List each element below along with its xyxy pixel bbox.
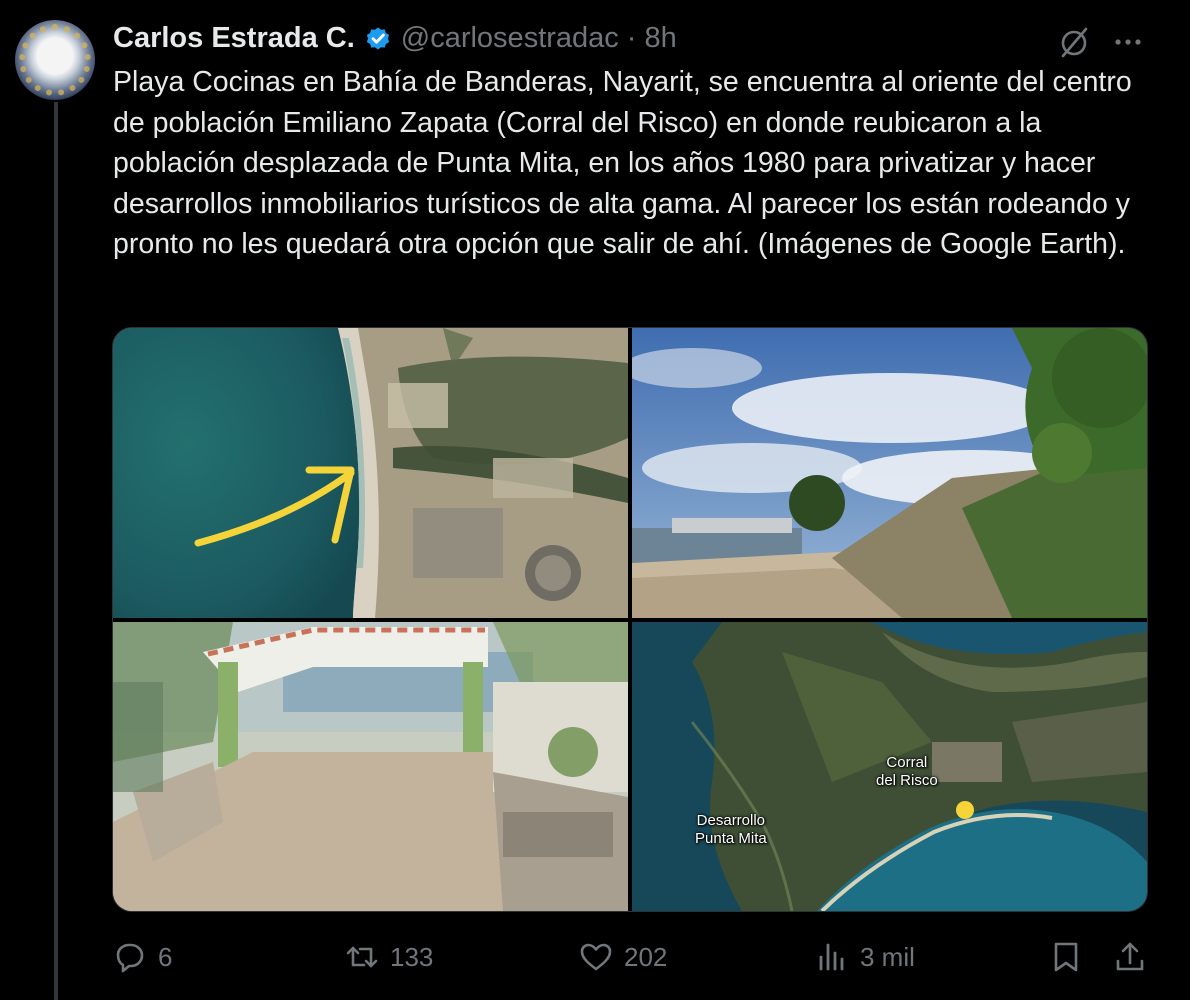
map-label-corral-del-risco: Corral del Risco [876,754,938,789]
beach-photo-image [632,328,1147,618]
media-image-walkway-arch[interactable] [113,622,628,911]
avatar-ring [19,24,91,96]
author-handle[interactable]: @carlosestradac [401,22,619,55]
views-action[interactable]: 3 mil [814,935,915,979]
satellite-beach-image [113,328,628,618]
bookmark-action[interactable] [1048,935,1084,979]
media-image-beach-photo[interactable] [632,328,1147,618]
walkway-arch-image [113,622,628,911]
repost-icon [346,946,378,968]
bookmark-icon [1054,942,1078,972]
map-label-desarrollo-punta-mita: Desarrollo Punta Mita [695,812,767,847]
repost-action[interactable]: 133 [344,935,433,979]
reply-icon [116,943,144,973]
share-icon [1116,942,1144,971]
author-name[interactable]: Carlos Estrada C. [113,22,355,55]
tweet-header: Carlos Estrada C. @carlosestradac · 8h [113,18,677,58]
like-count: 202 [624,941,668,972]
tweet-actions: 6 133 202 3 mil [112,935,1152,979]
like-icon [580,943,612,971]
media-image-map[interactable]: Corral del Risco Desarrollo Punta Mita [632,622,1147,911]
reply-count: 6 [158,941,173,972]
timestamp[interactable]: 8h [644,22,676,55]
views-count: 3 mil [860,941,915,972]
reply-action[interactable]: 6 [112,935,172,979]
more-icon[interactable] [1110,24,1146,60]
grok-icon[interactable] [1056,24,1092,60]
media-image-satellite-beach[interactable] [113,328,628,618]
thread-line [54,102,58,1000]
share-action[interactable] [1112,935,1148,979]
avatar[interactable] [15,20,95,100]
tweet-text: Playa Cocinas en Bahía de Banderas, Naya… [113,66,1140,260]
views-icon [819,943,844,971]
repost-count: 133 [390,941,434,972]
verified-badge-icon[interactable] [363,23,393,53]
like-action[interactable]: 202 [578,935,667,979]
media-grid[interactable]: Corral del Risco Desarrollo Punta Mita [112,327,1148,912]
header-separator: · [626,21,637,54]
